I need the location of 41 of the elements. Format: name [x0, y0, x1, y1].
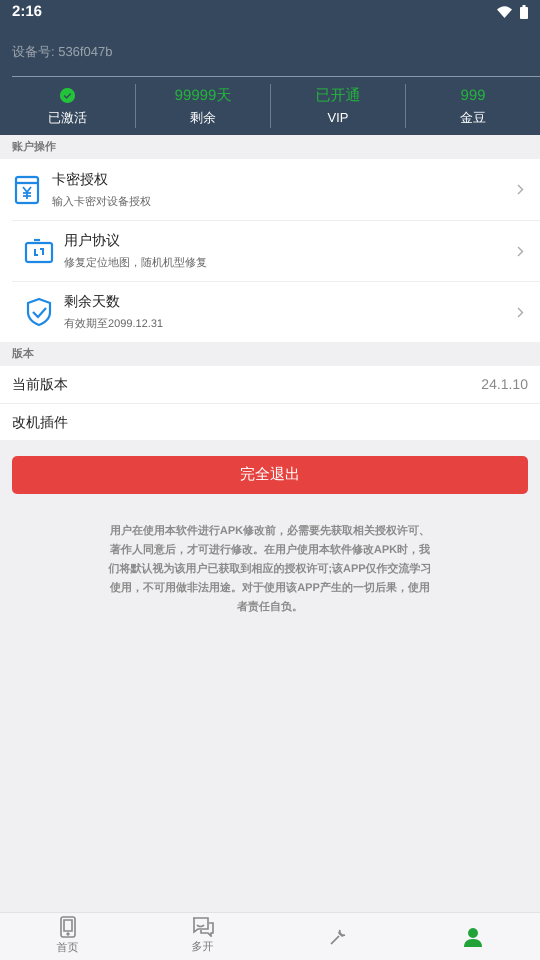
row-title: 卡密授权 — [52, 170, 109, 189]
stat-label: 已激活 — [48, 111, 87, 124]
row-title: 改机插件 — [12, 412, 68, 432]
phone-icon — [60, 916, 76, 938]
section-title: 版本 — [12, 346, 34, 362]
row-title: 用户协议 — [64, 231, 121, 250]
menu-row[interactable]: 用户协议 修复定位地图，随机机型修复 — [12, 220, 540, 281]
wrench-icon — [328, 926, 348, 946]
settings-row[interactable]: 改机插件 — [0, 403, 540, 440]
row-subtitle: 输入卡密对设备授权 — [52, 194, 152, 210]
section-title: 账户操作 — [12, 140, 56, 155]
device-id: 设备号: 536f047b — [12, 44, 112, 59]
clock: 2:16 — [12, 2, 42, 22]
chevron-right-icon — [517, 184, 524, 195]
refresh-frame-icon — [24, 238, 54, 264]
yen-card-icon — [14, 174, 40, 204]
row-value: 24.1.10 — [481, 375, 528, 394]
person-icon — [462, 926, 482, 946]
row-title: 当前版本 — [12, 375, 68, 394]
stat-label: VIP — [328, 111, 348, 124]
stat-label: 剩余 — [190, 111, 216, 124]
menu-row[interactable]: 卡密授权 输入卡密对设备授权 — [0, 159, 540, 220]
stat-value: 99999天 — [174, 88, 232, 103]
wifi-icon — [497, 6, 512, 18]
stat-label: 金豆 — [460, 111, 486, 124]
chat-icon — [192, 917, 214, 938]
disclaimer-text: 用户在使用本软件进行APK修改前，必需要先获取相关授权许可、著作人同意后，才可进行修改。在用户使用本软件修改APK时，我们将默认视为该用户已获取到相应的授权许可;该APP仅作交流学习使用，不可用做非法用途。对于使用该APP产生的一切后果，使用者责任自负。 — [107, 524, 433, 615]
shield-check-icon — [26, 297, 52, 327]
row-subtitle: 修复定位地图，随机机型修复 — [64, 256, 208, 272]
row-title: 剩余天数 — [64, 292, 121, 312]
exit-button[interactable]: 完全退出 — [12, 456, 528, 494]
nav-tab[interactable]: 多开 — [135, 913, 270, 960]
stat-value: 999 — [460, 88, 486, 103]
chevron-right-icon — [517, 246, 524, 256]
row-subtitle: 有效期至2099.12.31 — [64, 317, 164, 332]
nav-tab[interactable]: 首页 — [0, 913, 135, 960]
menu-row[interactable]: 剩余天数 有效期至2099.12.31 — [12, 281, 540, 342]
settings-row[interactable]: 当前版本 24.1.10 — [0, 366, 540, 403]
battery-icon — [520, 5, 528, 19]
chevron-right-icon — [517, 306, 524, 318]
stat-value: 已开通 — [316, 88, 360, 103]
